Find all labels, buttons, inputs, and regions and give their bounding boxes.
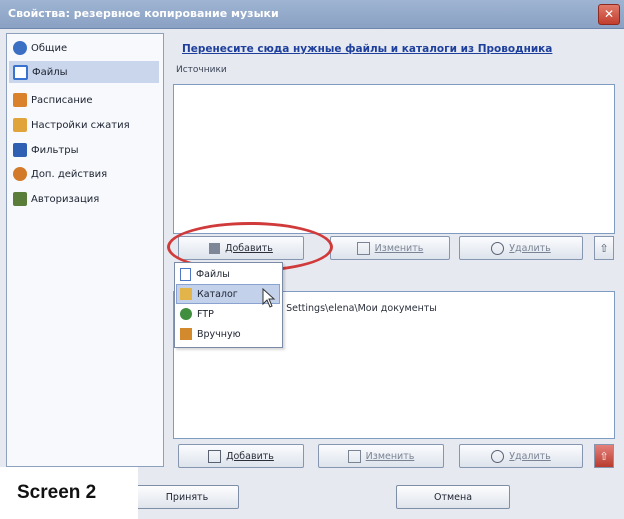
menu-item-label: Вручную bbox=[197, 328, 241, 340]
sidebar-item-label: Настройки сжатия bbox=[31, 119, 130, 131]
delete-button-2[interactable]: Удалить bbox=[459, 444, 583, 468]
file-icon bbox=[180, 267, 191, 281]
change-button-label: Изменить bbox=[374, 242, 424, 254]
title-bar: Свойства: резервное копирование музыки ✕ bbox=[0, 0, 624, 29]
close-icon: ✕ bbox=[603, 7, 615, 21]
menu-item-label: Каталог bbox=[197, 288, 238, 300]
add-button-label: Добавить bbox=[226, 450, 274, 462]
sidebar-item-label: Доп. действия bbox=[31, 168, 108, 180]
change-button-2[interactable]: Изменить bbox=[318, 444, 444, 468]
auth-icon bbox=[13, 192, 27, 206]
sidebar-item-actions[interactable]: Доп. действия bbox=[9, 163, 159, 185]
cancel-button[interactable]: Отмена bbox=[396, 485, 510, 509]
arrow-up-icon: ⇧ bbox=[599, 449, 609, 463]
move-up-button-2[interactable]: ⇧ bbox=[594, 444, 614, 468]
sidebar-item-label: Общие bbox=[31, 42, 68, 54]
sidebar-item-label: Авторизация bbox=[31, 193, 100, 205]
add-button-2[interactable]: Добавить bbox=[178, 444, 304, 468]
arrow-up-icon: ⇧ bbox=[599, 241, 609, 255]
delete-button[interactable]: Удалить bbox=[459, 236, 583, 260]
manual-icon bbox=[180, 328, 192, 340]
delete-icon bbox=[491, 241, 505, 255]
sources-label: Источники bbox=[176, 65, 227, 75]
filter-icon bbox=[13, 143, 27, 157]
add-button-label: Добавить bbox=[225, 242, 273, 254]
sidebar-item-general[interactable]: Общие bbox=[9, 37, 159, 59]
delete-button-label: Удалить bbox=[509, 242, 551, 254]
delete-button-label: Удалить bbox=[509, 450, 551, 462]
drop-hint-link[interactable]: Перенесите сюда нужные файлы и каталоги … bbox=[182, 43, 552, 55]
compression-icon bbox=[13, 118, 27, 132]
folder-icon bbox=[180, 288, 192, 300]
add-icon bbox=[209, 242, 221, 254]
menu-item-manual[interactable]: Вручную bbox=[177, 325, 279, 343]
path-entry: nd Settings\elena\Мои документы bbox=[271, 303, 437, 314]
window-title: Свойства: резервное копирование музыки bbox=[8, 7, 279, 20]
sidebar-item-auth[interactable]: Авторизация bbox=[9, 188, 159, 210]
sources-list[interactable] bbox=[173, 84, 615, 234]
apply-button-label: Принять bbox=[165, 491, 209, 503]
screen-caption-text: Screen 2 bbox=[17, 482, 97, 503]
sidebar: Общие Файлы Расписание Настройки сжатия … bbox=[6, 33, 164, 467]
move-up-button[interactable]: ⇧ bbox=[594, 236, 614, 260]
add-button[interactable]: Добавить bbox=[178, 236, 304, 260]
general-icon bbox=[13, 41, 27, 55]
change-button[interactable]: Изменить bbox=[330, 236, 450, 260]
delete-icon bbox=[491, 449, 505, 463]
sidebar-item-files[interactable]: Файлы bbox=[9, 61, 159, 83]
change-button-label: Изменить bbox=[365, 450, 415, 462]
sidebar-item-label: Расписание bbox=[31, 94, 93, 106]
menu-item-label: Файлы bbox=[196, 268, 230, 280]
actions-icon bbox=[13, 167, 27, 181]
properties-window: Свойства: резервное копирование музыки ✕… bbox=[0, 0, 624, 519]
screen-caption: Screen 2 bbox=[0, 467, 138, 519]
sidebar-item-label: Фильтры bbox=[31, 144, 79, 156]
schedule-icon bbox=[13, 93, 27, 107]
mouse-cursor-icon bbox=[262, 288, 276, 308]
cancel-button-label: Отмена bbox=[433, 491, 473, 503]
sidebar-item-schedule[interactable]: Расписание bbox=[9, 89, 159, 111]
menu-item-label: FTP bbox=[197, 308, 214, 320]
sidebar-item-filters[interactable]: Фильтры bbox=[9, 139, 159, 161]
close-button[interactable]: ✕ bbox=[598, 4, 620, 25]
sidebar-item-compression[interactable]: Настройки сжатия bbox=[9, 114, 159, 136]
edit-icon bbox=[347, 449, 361, 463]
files-icon bbox=[13, 64, 28, 80]
edit-icon bbox=[356, 241, 370, 255]
menu-item-files[interactable]: Файлы bbox=[177, 265, 279, 283]
ftp-icon bbox=[180, 308, 192, 320]
apply-button[interactable]: Принять bbox=[135, 485, 239, 509]
add-icon bbox=[208, 449, 222, 463]
sidebar-item-label: Файлы bbox=[32, 66, 68, 78]
